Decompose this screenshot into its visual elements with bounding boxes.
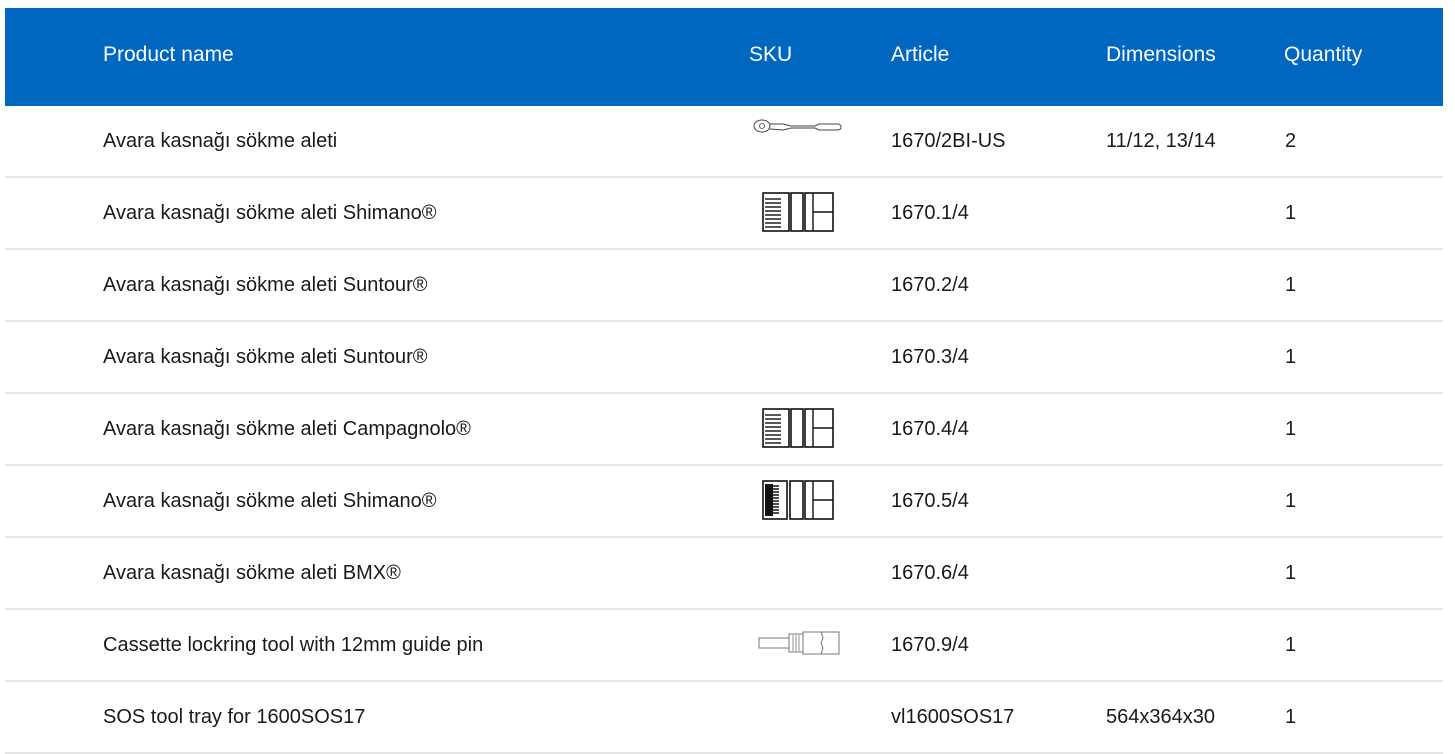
quantity: 1 xyxy=(1285,346,1297,368)
header-sku: SKU xyxy=(749,43,793,66)
product-name: Avara kasnağı sökme aleti Shimano® xyxy=(103,490,437,512)
article: 1670.9/4 xyxy=(891,634,969,656)
article: vl1600SOS17 xyxy=(891,706,1015,728)
table-row: Avara kasnağı sökme aleti Suntour® 1670.… xyxy=(5,250,1443,322)
article: 1670.1/4 xyxy=(891,202,969,224)
table-row: SOS tool tray for 1600SOS17 vl1600SOS17 … xyxy=(5,682,1443,754)
header-article: Article xyxy=(891,43,950,66)
quantity: 1 xyxy=(1285,706,1297,728)
article: 1670/2BI-US xyxy=(891,130,1006,152)
product-name: Avara kasnağı sökme aleti Suntour® xyxy=(103,274,428,296)
quantity: 1 xyxy=(1285,274,1297,296)
ratchet-icon xyxy=(745,106,842,176)
article: 1670.3/4 xyxy=(891,346,969,368)
article: 1670.5/4 xyxy=(891,490,969,512)
quantity: 1 xyxy=(1285,490,1297,512)
socket-tool-icon xyxy=(745,178,841,248)
article: 1670.4/4 xyxy=(891,418,969,440)
table-header: Product name SKU Article Dimensions Quan… xyxy=(5,8,1443,106)
product-table: Product name SKU Article Dimensions Quan… xyxy=(5,8,1443,754)
table-row: Avara kasnağı sökme aleti Shimano® 1670.… xyxy=(5,466,1443,538)
quantity: 1 xyxy=(1285,562,1297,584)
quantity: 2 xyxy=(1285,130,1297,152)
table-row: Avara kasnağı sökme aleti Shimano® 1670.… xyxy=(5,178,1443,250)
header-quantity: Quantity xyxy=(1284,43,1363,66)
socket-tool-icon xyxy=(745,394,841,464)
product-name: Avara kasnağı sökme aleti Campagnolo® xyxy=(103,418,471,440)
quantity: 1 xyxy=(1285,202,1297,224)
dimensions: 564x364x30 xyxy=(1106,706,1215,728)
product-name: SOS tool tray for 1600SOS17 xyxy=(103,706,366,728)
table-row: Avara kasnağı sökme aleti 1670/2BI-US 11… xyxy=(5,106,1443,178)
quantity: 1 xyxy=(1285,418,1297,440)
table-row: Avara kasnağı sökme aleti Campagnolo® 16… xyxy=(5,394,1443,466)
table-row: Cassette lockring tool with 12mm guide p… xyxy=(5,610,1443,682)
product-name: Avara kasnağı sökme aleti Suntour® xyxy=(103,346,428,368)
product-name: Avara kasnağı sökme aleti BMX® xyxy=(103,562,401,584)
header-product-name: Product name xyxy=(103,43,234,66)
product-name: Avara kasnağı sökme aleti xyxy=(103,130,338,152)
dimensions: 11/12, 13/14 xyxy=(1106,130,1216,152)
product-name: Avara kasnağı sökme aleti Shimano® xyxy=(103,202,437,224)
quantity: 1 xyxy=(1285,634,1297,656)
socket-tool-dense-icon xyxy=(745,466,841,536)
article: 1670.6/4 xyxy=(891,562,969,584)
header-dimensions: Dimensions xyxy=(1106,43,1216,66)
article: 1670.2/4 xyxy=(891,274,969,296)
table-row: Avara kasnağı sökme aleti BMX® 1670.6/4 … xyxy=(5,538,1443,610)
lockring-tool-icon xyxy=(745,610,841,680)
product-name: Cassette lockring tool with 12mm guide p… xyxy=(103,634,484,656)
table-row: Avara kasnağı sökme aleti Suntour® 1670.… xyxy=(5,322,1443,394)
